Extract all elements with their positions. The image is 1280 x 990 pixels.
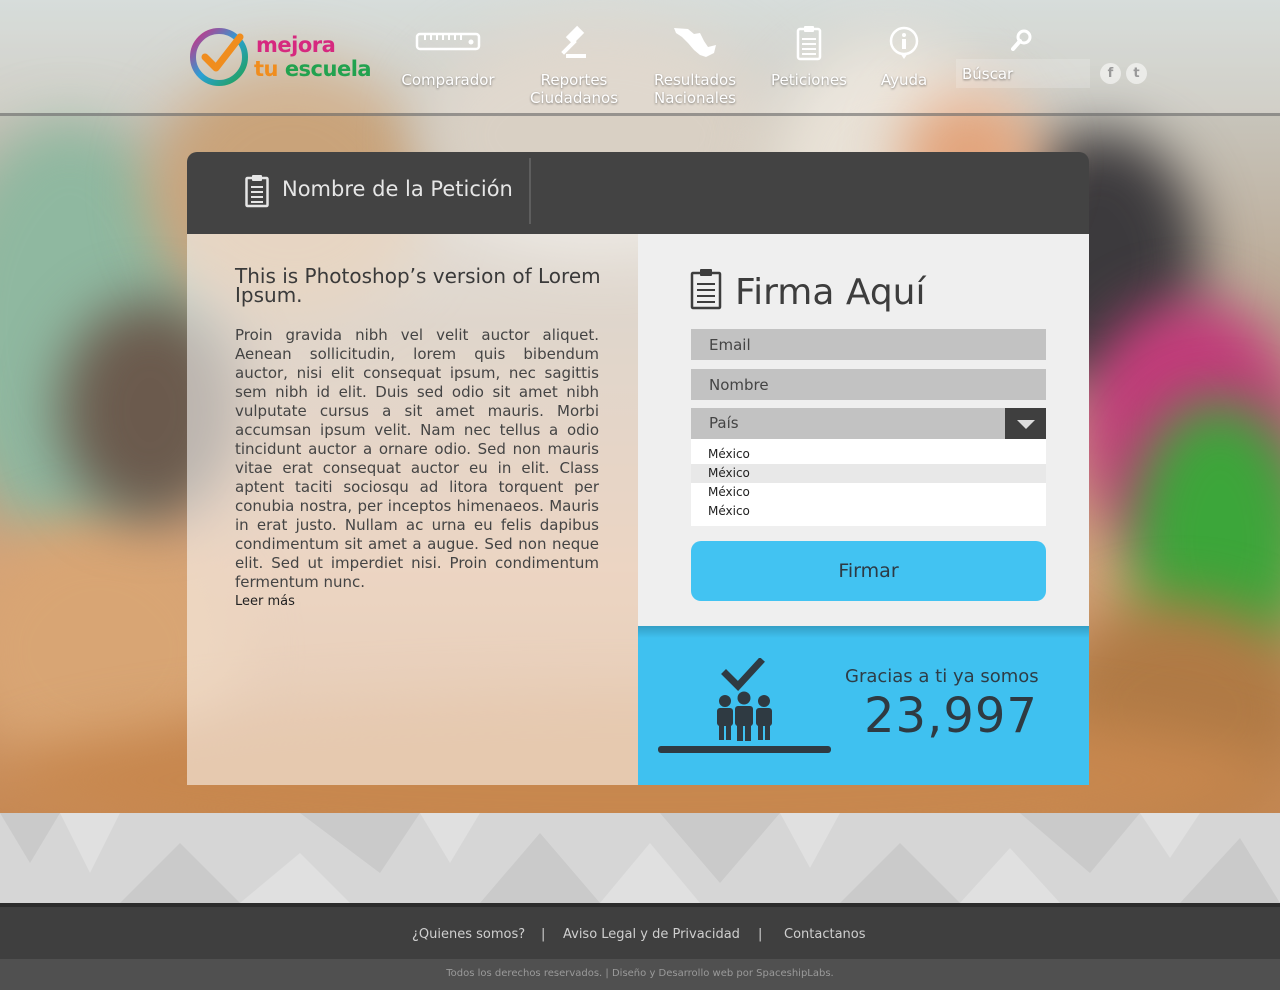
- clipboard-icon: [245, 175, 269, 208]
- country-select-label: País: [709, 414, 739, 432]
- petition-name: Nombre de la Petición: [282, 177, 513, 201]
- logo-text-tuescuela: tu escuela: [254, 57, 372, 81]
- signature-count: 23,997: [864, 688, 1038, 744]
- sign-button[interactable]: Firmar: [691, 541, 1046, 601]
- logo-check-icon: [190, 28, 248, 86]
- signature-counter-panel: Gracias a ti ya somos 23,997: [638, 626, 1089, 785]
- twitter-icon[interactable]: t: [1126, 63, 1147, 84]
- petition-header: Nombre de la Petición: [187, 152, 1089, 234]
- logo-text-escuela: escuela: [284, 57, 372, 81]
- nav-reportes[interactable]: Reportes Ciudadanos: [524, 25, 624, 107]
- people-check-icon: [658, 658, 831, 753]
- footer-pattern: [0, 813, 1280, 903]
- footer-separator: |: [541, 927, 546, 942]
- logo-text-tu: tu: [254, 57, 279, 81]
- clipboard-icon: [690, 269, 722, 310]
- search-input[interactable]: [956, 59, 1090, 88]
- sign-form-panel: Firma Aquí País México México México Méx…: [638, 234, 1089, 626]
- counter-label: Gracias a ti ya somos: [845, 666, 1039, 687]
- country-select[interactable]: País: [691, 408, 1046, 439]
- search-icon[interactable]: [1011, 29, 1033, 51]
- footer-pattern-shapes: [0, 813, 1280, 903]
- gavel-icon: [561, 25, 586, 58]
- nav-resultados-label-1: Resultados: [653, 71, 737, 89]
- copyright-text: Todos los derechos reservados. | Diseño …: [0, 959, 1280, 990]
- counter-shadow: [638, 626, 1089, 638]
- nav-peticiones[interactable]: Peticiones: [766, 25, 852, 89]
- nav-reportes-label-2: Ciudadanos: [529, 89, 619, 107]
- nav-peticiones-label: Peticiones: [771, 71, 847, 89]
- footer-separator: |: [758, 927, 763, 942]
- nav-ayuda[interactable]: Ayuda: [874, 25, 934, 89]
- country-option[interactable]: México: [691, 464, 1046, 483]
- mexico-map-icon: [674, 28, 716, 57]
- petition-description-panel: This is Photoshop’s version of Lorem Ips…: [187, 234, 638, 785]
- footer-link-contact[interactable]: Contactanos: [784, 927, 866, 942]
- name-field[interactable]: [691, 369, 1046, 400]
- footer-link-about[interactable]: ¿Quienes somos?: [412, 927, 525, 942]
- logo-text-mejora: mejora: [256, 33, 336, 57]
- nav-comparador[interactable]: Comparador: [398, 25, 498, 89]
- country-option[interactable]: México: [691, 445, 1046, 464]
- nav-reportes-label-1: Reportes: [540, 71, 608, 89]
- site-logo[interactable]: mejora tu escuela: [188, 25, 378, 89]
- chevron-down-icon[interactable]: [1005, 408, 1046, 439]
- ruler-icon: [415, 32, 481, 51]
- info-icon: [889, 26, 919, 59]
- header-divider: [529, 158, 531, 224]
- top-header: mejora tu escuela Comparador Reportes Ci…: [0, 0, 1280, 116]
- footer-link-legal[interactable]: Aviso Legal y de Privacidad: [563, 927, 740, 942]
- footer-nav: ¿Quienes somos? | Aviso Legal y de Priva…: [0, 903, 1280, 959]
- petition-body-text: Proin gravida nibh vel velit auctor aliq…: [235, 326, 599, 591]
- facebook-icon[interactable]: f: [1100, 63, 1121, 84]
- nav-comparador-label: Comparador: [401, 71, 495, 89]
- nav-resultados[interactable]: Resultados Nacionales: [650, 25, 740, 107]
- country-option[interactable]: México: [691, 483, 1046, 502]
- petition-body-title: This is Photoshop’s version of Lorem Ips…: [235, 264, 601, 307]
- sign-title: Firma Aquí: [735, 272, 926, 313]
- nav-ayuda-label: Ayuda: [880, 71, 928, 89]
- country-options-list: México México México México: [691, 439, 1046, 526]
- country-option[interactable]: México: [691, 502, 1046, 521]
- nav-resultados-label-2: Nacionales: [654, 89, 736, 107]
- search-area: [956, 26, 1090, 88]
- clipboard-icon: [796, 26, 822, 61]
- read-more-link[interactable]: Leer más: [235, 594, 295, 609]
- email-field[interactable]: [691, 329, 1046, 360]
